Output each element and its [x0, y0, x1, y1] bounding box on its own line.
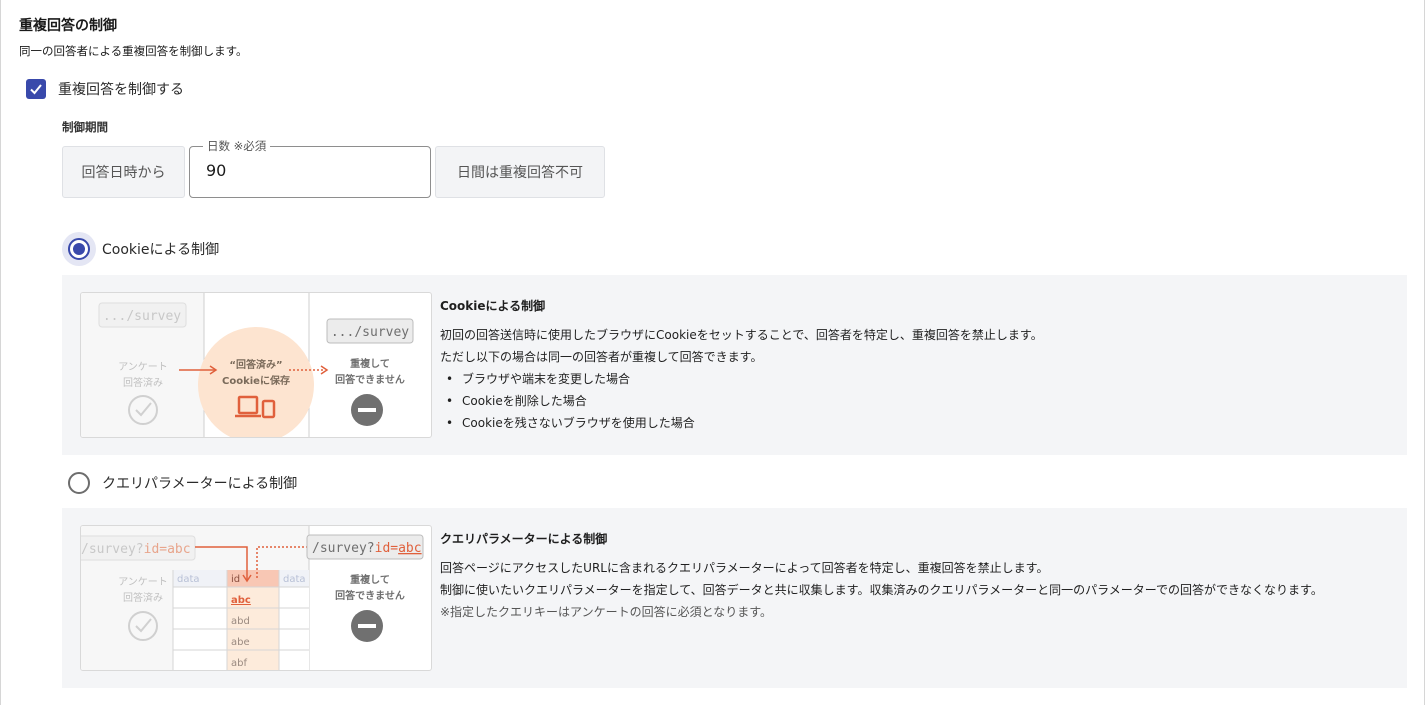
days-legend: 日数 ※必須 [203, 138, 271, 154]
table-cell-id: abe [231, 637, 250, 648]
query-radio-row[interactable]: クエリパラメーターによる制御 [62, 466, 297, 500]
radio-outer [68, 238, 90, 260]
url-param: id=abc [144, 542, 191, 557]
period-prefix: 回答日時から [62, 146, 185, 198]
query-info-line: 回答ページにアクセスしたURLに含まれるクエリパラメーターによって回答者を特定し… [440, 561, 1049, 575]
url-box-right: .../survey [326, 318, 414, 344]
url-box-right: /survey?id=abc [306, 534, 424, 560]
blocked-text-2: 回答できません [335, 589, 405, 602]
no-entry-icon [351, 394, 383, 426]
days-input[interactable] [206, 161, 406, 180]
answered-text-1: アンケート [118, 576, 168, 588]
duplicate-control-checkbox[interactable] [26, 79, 46, 99]
cookie-info-panel: .../survey アンケート 回答済み “回答済み” Cookieに保存 .… [62, 275, 1407, 455]
blocked-text-1: 重複して [350, 357, 390, 370]
query-info-title: クエリパラメーターによる制御 [440, 532, 608, 546]
cookie-info-line: 初回の回答送信時に使用したブラウザにCookieをセットすることで、回答者を特定… [440, 328, 1043, 342]
answered-text-1: アンケート [118, 361, 168, 373]
table-cell-id: abf [231, 658, 247, 669]
table-cell-id: abc [231, 595, 251, 606]
table-cell-id: abd [231, 616, 250, 627]
period-suffix: 日間は重複回答不可 [435, 146, 605, 198]
query-radio[interactable] [62, 466, 96, 500]
answered-text-2: 回答済み [123, 591, 163, 604]
url-value: abc [398, 541, 421, 556]
cookie-info-line: ただし以下の場合は同一の回答者が重複して回答できます。 [440, 350, 763, 364]
url-base: /survey? [81, 542, 144, 557]
query-info-text: クエリパラメーターによる制御 回答ページにアクセスしたURLに含まれるクエリパラ… [440, 528, 1380, 623]
url-box-left: /survey?id=abc [81, 535, 196, 561]
query-illustration: /survey?id=abc アンケート 回答済み data id data a… [80, 525, 432, 671]
table-header-id: id [231, 574, 240, 585]
table-header-data: data [177, 574, 200, 585]
url-base: /survey? [312, 541, 375, 556]
saved-text-1: “回答済み” [229, 358, 282, 371]
url-box-left: .../survey [98, 302, 187, 328]
duplicate-control-label: 重複回答を制御する [58, 82, 184, 98]
query-url-right: /survey?id=abc [312, 541, 422, 556]
blocked-text-2: 回答できません [335, 373, 405, 386]
saved-text-2: Cookieに保存 [222, 374, 290, 387]
radio-dot [73, 243, 85, 255]
query-info-note: ※指定したクエリキーはアンケートの回答に必須となります。 [440, 605, 773, 619]
days-field[interactable]: 日数 ※必須 [189, 138, 431, 198]
list-item: ブラウザや端末を変更した場合 [440, 368, 1380, 390]
cookie-illustration: .../survey アンケート 回答済み “回答済み” Cookieに保存 .… [80, 292, 432, 438]
url-text-left: .../survey [103, 309, 181, 324]
cookie-radio[interactable] [62, 232, 96, 266]
blocked-text-1: 重複して [350, 573, 390, 586]
cookie-radio-row[interactable]: Cookieによる制御 [62, 232, 219, 266]
radio-outer [68, 472, 90, 494]
list-item: Cookieを残さないブラウザを使用した場合 [440, 412, 1380, 434]
answered-text-2: 回答済み [123, 376, 163, 389]
url-text-right: .../survey [331, 325, 409, 340]
section-title: 重複回答の制御 [19, 18, 117, 34]
url-key: id= [375, 541, 399, 556]
query-info-line: 制御に使いたいクエリパラメーターを指定して、回答データと共に収集します。収集済み… [440, 583, 1323, 597]
list-item: Cookieを削除した場合 [440, 390, 1380, 412]
query-url-left: /survey?id=abc [81, 542, 191, 557]
data-table: data id data abc abd abe abf [172, 570, 309, 670]
query-radio-label: クエリパラメーターによる制御 [102, 476, 298, 492]
period-label: 制御期間 [62, 120, 108, 134]
checkmark-icon [30, 84, 42, 95]
query-info-panel: /survey?id=abc アンケート 回答済み data id data a… [62, 508, 1407, 688]
section-description: 同一の回答者による重複回答を制御します。 [19, 44, 248, 58]
no-entry-icon [351, 610, 383, 642]
cookie-radio-label: Cookieによる制御 [102, 242, 220, 258]
cookie-info-text: Cookieによる制御 初回の回答送信時に使用したブラウザにCookieをセット… [440, 295, 1380, 434]
duplicate-control-checkbox-row[interactable]: 重複回答を制御する [26, 78, 184, 100]
table-header-data: data [283, 574, 306, 585]
cookie-info-title: Cookieによる制御 [440, 299, 546, 313]
cookie-exception-list: ブラウザや端末を変更した場合 Cookieを削除した場合 Cookieを残さない… [440, 368, 1380, 434]
